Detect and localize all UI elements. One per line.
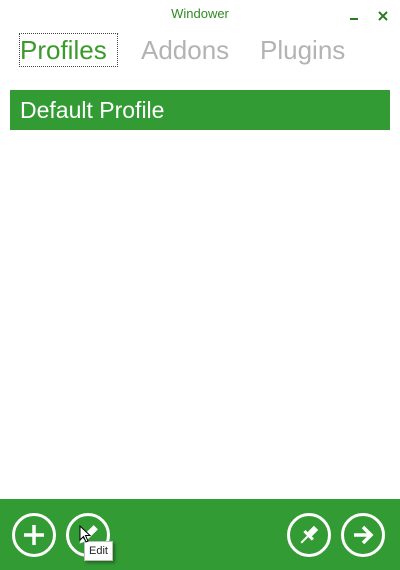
pin-button[interactable] [287,513,331,557]
tab-profiles[interactable]: Profiles [19,33,118,67]
bottom-toolbar [0,499,400,570]
close-icon [378,11,388,21]
tab-addons[interactable]: Addons [141,34,229,66]
plus-icon [24,525,44,545]
tab-plugins[interactable]: Plugins [260,34,345,66]
mouse-cursor-icon [79,525,92,543]
arrow-right-icon [354,525,374,545]
minimize-button[interactable] [346,8,362,24]
profile-list: Default Profile [10,90,390,130]
profile-item-default[interactable]: Default Profile [10,90,390,130]
add-profile-button[interactable] [12,513,56,557]
close-button[interactable] [375,8,391,24]
pin-icon [300,525,319,544]
window-title: Windower [171,6,229,21]
minimize-icon [350,18,358,20]
title-bar: Windower [0,0,400,30]
launch-button[interactable] [341,513,385,557]
